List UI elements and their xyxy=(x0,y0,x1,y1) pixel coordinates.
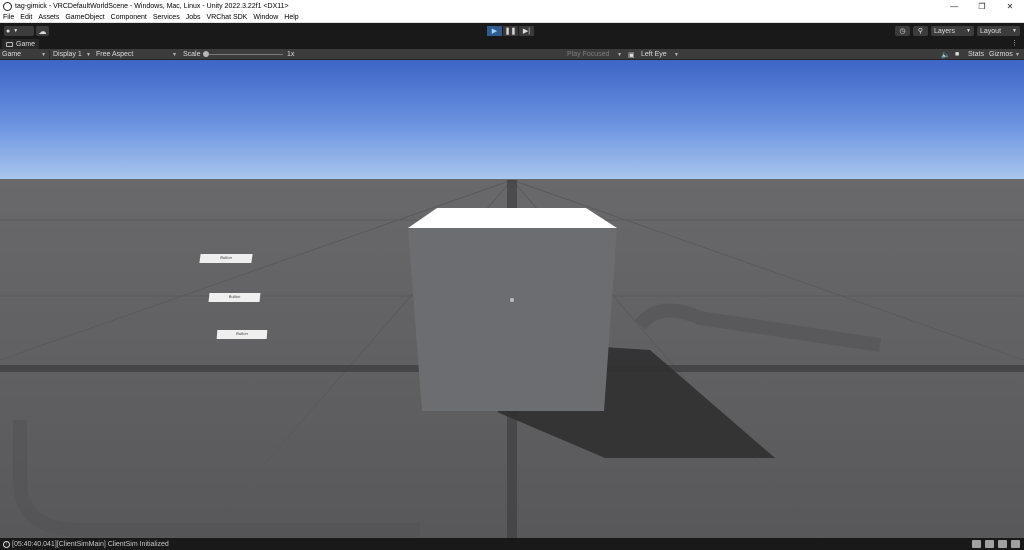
maximize-icon[interactable]: ❐ xyxy=(968,0,996,12)
world-button-3[interactable]: Button xyxy=(216,330,268,339)
menu-vrchat-sdk[interactable]: VRChat SDK xyxy=(207,14,248,21)
window-controls: — ❐ ✕ xyxy=(940,0,1024,12)
layout-label: Layout xyxy=(980,27,1002,35)
world-button-3-label: Button xyxy=(236,331,249,336)
chevron-down-icon: ▼ xyxy=(674,52,679,58)
display-dropdown[interactable]: Display 1 ▼ xyxy=(53,49,93,60)
tab-bar: Game ⋮ xyxy=(0,39,1024,49)
game-view-icon xyxy=(6,41,13,47)
main-toolbar: ● ▼ ☁ ▶ ❚❚ ▶| ◷ ⚲ Layers ▼ Layout ▼ xyxy=(0,23,1024,39)
cloud-icon: ☁ xyxy=(38,26,47,36)
world-button-2-label: Button xyxy=(228,294,241,299)
account-button[interactable]: ● ▼ xyxy=(4,26,34,36)
chevron-down-icon: ▼ xyxy=(13,28,19,34)
chevron-down-icon: ▼ xyxy=(1012,28,1017,34)
cloud-button[interactable]: ☁ xyxy=(36,26,49,36)
aspect-dropdown[interactable]: Free Aspect ▼ xyxy=(96,49,179,60)
status-bar: ! [05:40:40.041][ClientSimMain] ClientSi… xyxy=(0,538,1024,550)
world-button-1[interactable]: Button xyxy=(199,254,253,263)
info-icon: ! xyxy=(3,540,10,548)
play-controls: ▶ ❚❚ ▶| xyxy=(487,26,535,36)
crosshair xyxy=(510,298,514,302)
close-icon[interactable]: ✕ xyxy=(996,0,1024,12)
divider xyxy=(49,50,50,59)
audio-icon[interactable]: 🔈 xyxy=(941,49,950,60)
menu-window[interactable]: Window xyxy=(253,14,278,21)
chevron-down-icon: ▼ xyxy=(1015,52,1020,58)
eye-label: Left Eye xyxy=(641,51,667,58)
layers-label: Layers xyxy=(934,27,956,35)
layers-dropdown[interactable]: Layers ▼ xyxy=(931,26,974,36)
view-mode-label: Game xyxy=(2,51,22,58)
chevron-down-icon: ▼ xyxy=(172,52,177,58)
pause-icon[interactable]: ❚❚ xyxy=(503,26,518,36)
aspect-label: Free Aspect xyxy=(96,51,134,58)
game-viewport[interactable]: Button Button Button xyxy=(0,60,1024,538)
menu-file[interactable]: File xyxy=(3,14,14,21)
play-mode-label: Play Focused xyxy=(567,51,610,58)
eye-dropdown[interactable]: Left Eye ▼ xyxy=(641,49,681,60)
menu-help[interactable]: Help xyxy=(284,14,298,21)
chevron-down-icon: ▼ xyxy=(617,52,622,58)
gizmos-dropdown[interactable]: Gizmos ▼ xyxy=(989,49,1022,60)
menu-edit[interactable]: Edit xyxy=(20,14,32,21)
scale-value: 1x xyxy=(287,51,295,58)
tab-game[interactable]: Game xyxy=(2,39,40,49)
unity-logo-icon xyxy=(3,1,12,11)
scale-slider-track[interactable] xyxy=(205,54,283,55)
window-title: tag-gimick - VRCDefaultWorldScene - Wind… xyxy=(15,2,289,10)
more-options-icon[interactable]: ⋮ xyxy=(1011,39,1018,47)
debug-icon[interactable] xyxy=(998,540,1007,548)
sky xyxy=(0,60,1024,180)
menu-jobs[interactable]: Jobs xyxy=(186,14,201,21)
view-mode-dropdown[interactable]: Game ▼ xyxy=(2,49,48,60)
vr-headset-icon: ▣ xyxy=(628,51,635,59)
play-mode-dropdown[interactable]: Play Focused ▼ xyxy=(567,49,624,60)
step-icon[interactable]: ▶| xyxy=(519,26,534,36)
chevron-down-icon: ▼ xyxy=(86,52,91,58)
status-icons xyxy=(968,540,1020,548)
menu-assets[interactable]: Assets xyxy=(38,14,59,21)
menu-services[interactable]: Services xyxy=(153,14,180,21)
world-button-2[interactable]: Button xyxy=(208,293,261,302)
game-view-toolbar: Game ▼ Display 1 ▼ Free Aspect ▼ Scale 1… xyxy=(0,49,1024,60)
check-icon[interactable] xyxy=(1011,540,1020,548)
status-message[interactable]: [05:40:40.041][ClientSimMain] ClientSim … xyxy=(12,541,169,548)
search-button[interactable]: ⚲ xyxy=(913,26,928,36)
minimize-icon[interactable]: — xyxy=(940,0,968,12)
history-button[interactable]: ◷ xyxy=(895,26,910,36)
chevron-down-icon: ▼ xyxy=(41,52,46,58)
stats-icon[interactable]: ■ xyxy=(955,49,959,60)
search-icon: ⚲ xyxy=(917,28,924,35)
stats-button[interactable]: Stats xyxy=(968,49,984,60)
menu-bar: File Edit Assets GameObject Component Se… xyxy=(0,12,1024,23)
history-icon: ◷ xyxy=(899,28,906,35)
menu-gameobject[interactable]: GameObject xyxy=(65,14,104,21)
gizmos-label: Gizmos xyxy=(989,51,1013,58)
scale-slider-knob[interactable] xyxy=(203,51,209,57)
display-label: Display 1 xyxy=(53,51,82,58)
world-button-1-label: Button xyxy=(219,255,233,260)
cube-front xyxy=(408,228,617,411)
chevron-down-icon: ▼ xyxy=(966,28,971,34)
progress-icon[interactable] xyxy=(985,540,994,548)
title-bar: tag-gimick - VRCDefaultWorldScene - Wind… xyxy=(0,0,1024,12)
scene-render xyxy=(0,60,1024,538)
play-icon[interactable]: ▶ xyxy=(487,26,502,36)
menu-component[interactable]: Component xyxy=(111,14,147,21)
scale-label: Scale xyxy=(183,51,201,58)
cache-icon[interactable] xyxy=(972,540,981,548)
layout-dropdown[interactable]: Layout ▼ xyxy=(977,26,1020,36)
cube-top xyxy=(408,208,617,228)
account-icon: ● xyxy=(6,27,11,35)
tab-game-label: Game xyxy=(16,40,36,48)
